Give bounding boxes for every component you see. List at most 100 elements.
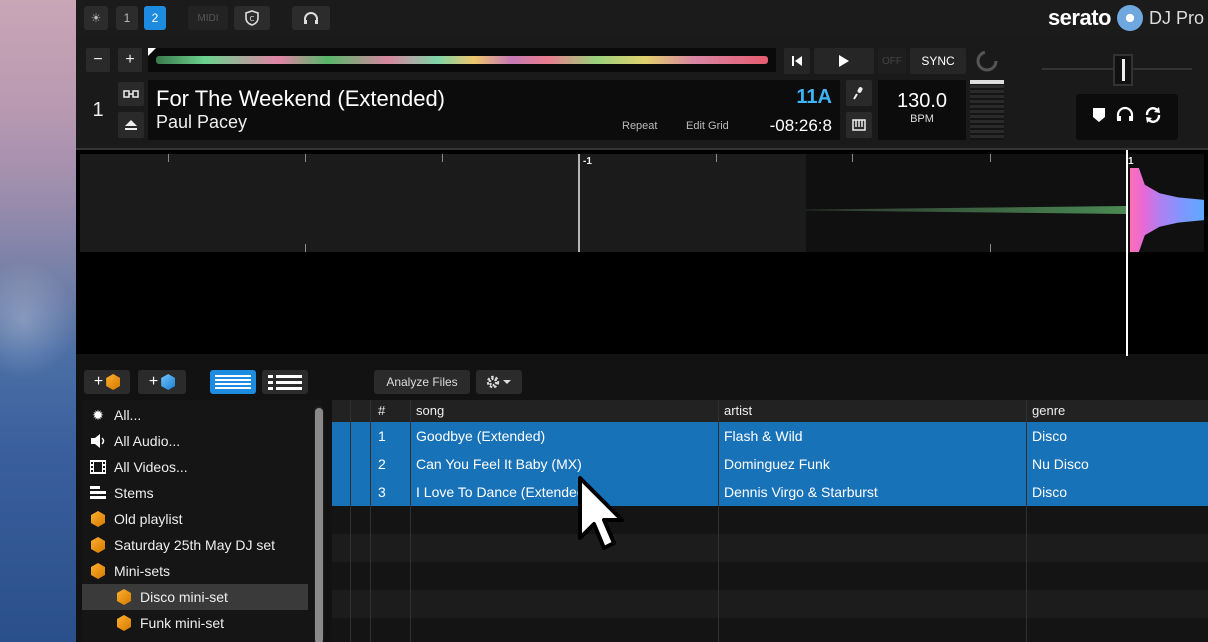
row-song: I Love To Dance (Extended) bbox=[416, 484, 590, 500]
detail-view-button[interactable] bbox=[262, 370, 308, 394]
table-row[interactable]: 1 Goodbye (Extended) Flash & Wild Disco bbox=[332, 422, 1208, 450]
beat-tick bbox=[990, 154, 991, 162]
column-divider bbox=[410, 400, 411, 642]
deck-1-button[interactable]: 1 bbox=[116, 6, 138, 30]
serato-window: ☀ 1 2 MIDI C serato DJ Pro − + 1 For The… bbox=[76, 0, 1208, 642]
crate-icon bbox=[106, 374, 121, 390]
add-crate-button[interactable]: + bbox=[84, 370, 130, 394]
film-icon bbox=[90, 459, 106, 475]
serato-logo: serato DJ Pro bbox=[1048, 4, 1204, 32]
beat-tick bbox=[716, 154, 717, 162]
gear-icon[interactable] bbox=[476, 370, 522, 394]
top-bar: ☀ 1 2 MIDI C serato DJ Pro bbox=[76, 0, 1208, 36]
serato-disc-icon bbox=[1116, 5, 1143, 31]
row-number: 1 bbox=[378, 428, 386, 444]
sidebar-item-label: Mini-sets bbox=[114, 563, 171, 579]
cue-flag-icon[interactable] bbox=[1092, 107, 1106, 128]
bar-marker bbox=[578, 154, 580, 252]
beat-tick bbox=[305, 154, 306, 162]
sidebar-item-all[interactable]: ✹ All... bbox=[82, 402, 308, 428]
smart-crate-icon bbox=[161, 374, 176, 390]
empty-row bbox=[332, 618, 1208, 642]
deck-fx-controls bbox=[1076, 94, 1178, 140]
row-number: 3 bbox=[378, 484, 386, 500]
shield-icon[interactable]: C bbox=[234, 6, 270, 30]
sidebar-item-funk-mini-set[interactable]: Funk mini-set bbox=[82, 610, 308, 636]
edit-grid-button[interactable]: Edit Grid bbox=[686, 120, 729, 132]
table-row[interactable]: 3 I Love To Dance (Extended) Dennis Virg… bbox=[332, 478, 1208, 506]
main-waveform[interactable]: -1 1 bbox=[76, 148, 1208, 356]
deck-1: − + 1 For The Weekend (Extended) Paul Pa… bbox=[76, 36, 1208, 148]
scrollbar-thumb[interactable] bbox=[315, 408, 323, 642]
crate-icon bbox=[116, 615, 132, 631]
sidebar-item-all-audio[interactable]: All Audio... bbox=[82, 428, 308, 454]
row-artist: Dominguez Funk bbox=[724, 456, 830, 472]
sync-off-button[interactable]: OFF bbox=[878, 48, 906, 74]
sidebar-item-label: Stems bbox=[114, 485, 154, 501]
sidebar-scrollbar[interactable] bbox=[314, 406, 324, 642]
row-genre: Disco bbox=[1032, 484, 1068, 500]
playhead-line bbox=[1126, 150, 1128, 356]
crate-icon bbox=[90, 537, 106, 553]
previous-track-icon[interactable] bbox=[784, 48, 810, 74]
headphones-cue-icon[interactable] bbox=[1116, 106, 1134, 129]
sidebar-item-old-playlist[interactable]: Old playlist bbox=[82, 506, 308, 532]
row-artist: Flash & Wild bbox=[724, 428, 803, 444]
play-icon[interactable] bbox=[814, 48, 874, 74]
row-artist: Dennis Virgo & Starburst bbox=[724, 484, 878, 500]
sync-button[interactable]: SYNC bbox=[910, 48, 966, 74]
column-divider bbox=[1026, 400, 1027, 642]
deck-number: 1 bbox=[86, 80, 110, 140]
sidebar-item-label: Disco mini-set bbox=[140, 589, 228, 605]
column-header-number[interactable]: # bbox=[378, 403, 385, 418]
empty-row bbox=[332, 506, 1208, 534]
sync-loop-icon[interactable] bbox=[1144, 106, 1162, 129]
mixer-panel bbox=[1018, 36, 1208, 148]
crossfader-handle[interactable] bbox=[1113, 54, 1133, 86]
deck-2-button[interactable]: 2 bbox=[144, 6, 166, 30]
column-divider bbox=[370, 400, 371, 642]
analyze-files-button[interactable]: Analyze Files bbox=[374, 370, 470, 394]
overview-waveform bbox=[156, 56, 768, 64]
link-icon[interactable] bbox=[118, 82, 144, 106]
waveform-lane: -1 1 bbox=[80, 154, 1204, 252]
column-divider bbox=[350, 400, 351, 642]
microphone-icon[interactable] bbox=[846, 80, 872, 106]
keyboard-icon[interactable] bbox=[846, 112, 872, 138]
downbeat-marker-label: 1 bbox=[1128, 156, 1134, 167]
sidebar-item-all-videos[interactable]: All Videos... bbox=[82, 454, 308, 480]
crate-icon bbox=[90, 563, 106, 579]
column-header-genre[interactable]: genre bbox=[1032, 403, 1065, 418]
overview-playhead bbox=[148, 48, 156, 56]
sidebar-item-label: All... bbox=[114, 407, 142, 423]
table-row[interactable]: 2 Can You Feel It Baby (MX) Dominguez Fu… bbox=[332, 450, 1208, 478]
plus-button[interactable]: + bbox=[118, 48, 142, 72]
crate-icon bbox=[90, 511, 106, 527]
stems-icon bbox=[90, 485, 106, 501]
brightness-icon[interactable]: ☀ bbox=[84, 6, 108, 30]
desktop-background bbox=[0, 0, 76, 642]
list-view-button[interactable] bbox=[210, 370, 256, 394]
empty-row bbox=[332, 562, 1208, 590]
headphones-icon[interactable] bbox=[292, 6, 330, 30]
repeat-button[interactable]: Repeat bbox=[622, 120, 657, 132]
track-overview[interactable] bbox=[148, 48, 776, 72]
column-header-song[interactable]: song bbox=[416, 403, 444, 418]
beat-tick bbox=[990, 244, 991, 252]
minus-button[interactable]: − bbox=[86, 48, 110, 72]
empty-row bbox=[332, 590, 1208, 618]
sidebar-item-label: All Videos... bbox=[114, 459, 188, 475]
midi-button[interactable]: MIDI bbox=[188, 6, 228, 30]
crate-sidebar: ✹ All... All Audio... All Videos... Stem… bbox=[82, 400, 324, 642]
column-header-artist[interactable]: artist bbox=[724, 403, 752, 418]
eject-icon[interactable] bbox=[118, 112, 144, 138]
sidebar-item-mini-sets[interactable]: Mini-sets bbox=[82, 558, 308, 584]
sidebar-item-saturday-set[interactable]: Saturday 25th May DJ set bbox=[82, 532, 308, 558]
sidebar-item-stems[interactable]: Stems bbox=[82, 480, 308, 506]
sidebar-item-label: Old playlist bbox=[114, 511, 183, 527]
track-key: 11A bbox=[796, 86, 832, 108]
sidebar-item-disco-mini-set[interactable]: Disco mini-set bbox=[82, 584, 308, 610]
library-toolbar: + + Analyze Files bbox=[76, 358, 1208, 400]
svg-text:C: C bbox=[250, 15, 255, 23]
add-smart-crate-button[interactable]: + bbox=[138, 370, 186, 394]
